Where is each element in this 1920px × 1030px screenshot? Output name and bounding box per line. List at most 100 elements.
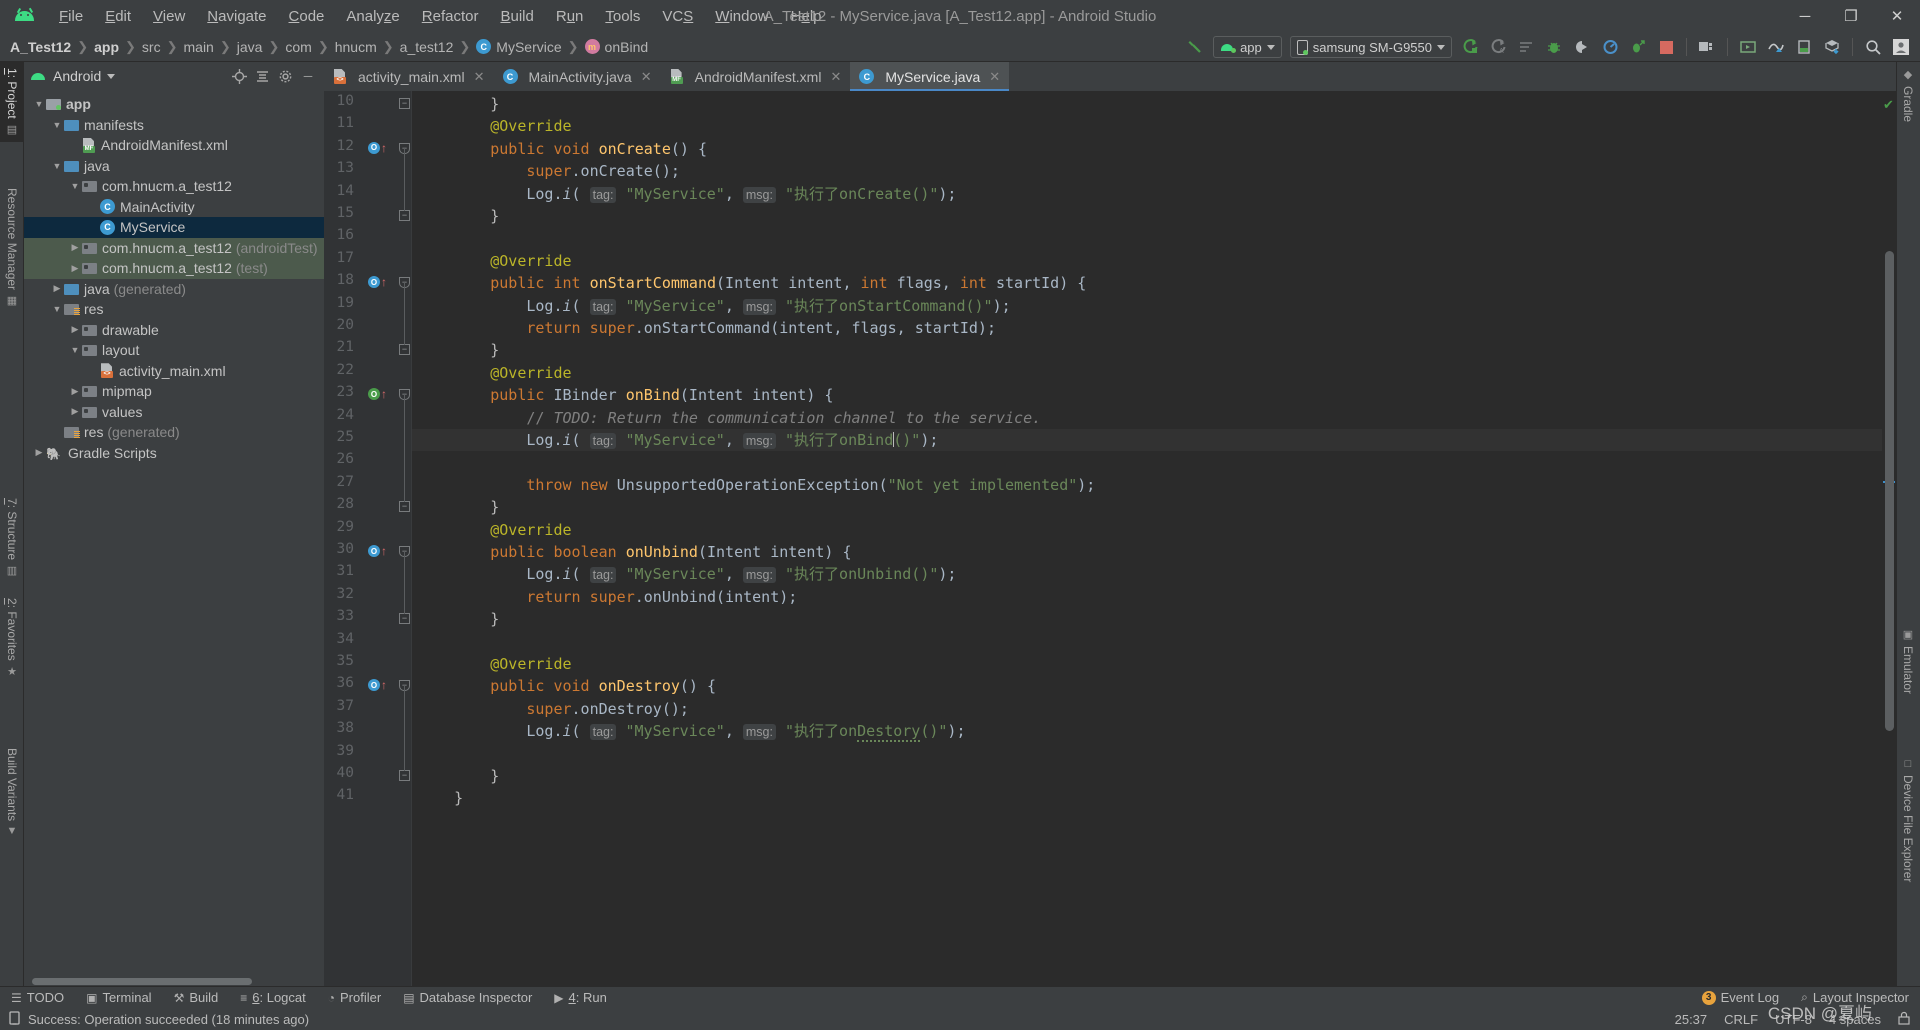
run-configuration-selector[interactable]: app bbox=[1213, 36, 1282, 58]
line-number[interactable]: 17 bbox=[326, 250, 354, 266]
code-line[interactable]: @Override bbox=[418, 653, 571, 675]
tree-node[interactable]: ▶ drawable bbox=[24, 320, 324, 341]
menu-build[interactable]: Build bbox=[489, 4, 544, 29]
code-line[interactable]: @Override bbox=[418, 362, 571, 384]
menu-code[interactable]: Code bbox=[278, 4, 336, 29]
line-number[interactable]: 35 bbox=[326, 653, 354, 669]
fold-end-icon[interactable]: − bbox=[399, 210, 410, 221]
tree-node[interactable]: ▶ 🐘 Gradle Scripts bbox=[24, 443, 324, 464]
code-line[interactable]: Log.i( tag: "MyService", msg: "执行了onStar… bbox=[418, 295, 1011, 317]
bottom-tab-build[interactable]: ⚒ Build bbox=[163, 990, 230, 1005]
code-line[interactable]: } bbox=[418, 787, 463, 809]
code-line[interactable]: public void onDestroy() { bbox=[418, 675, 716, 697]
debug-icon[interactable] bbox=[1541, 35, 1567, 59]
tree-node[interactable]: ▶ mipmap bbox=[24, 381, 324, 402]
breadcrumb-item-myservice[interactable]: C MyService bbox=[476, 39, 562, 55]
fold-end-icon[interactable]: − bbox=[399, 501, 410, 513]
code-line[interactable]: } bbox=[418, 496, 499, 518]
editor-tab-bar[interactable]: <> activity_main.xml ✕ C MainActivity.java ✕ M… bbox=[324, 62, 1896, 91]
line-number[interactable]: 38 bbox=[326, 720, 354, 736]
fold-end-icon[interactable]: − bbox=[399, 98, 410, 109]
chevron-down-icon[interactable]: ▼ bbox=[68, 181, 82, 191]
menu-run[interactable]: Run bbox=[545, 4, 595, 29]
project-view-selector[interactable]: Android bbox=[30, 68, 116, 84]
profiler-icon[interactable] bbox=[1597, 35, 1623, 59]
account-icon[interactable] bbox=[1888, 35, 1914, 59]
bottom-layoutinspector-button[interactable]: ⌕ Layout Inspector bbox=[1790, 990, 1920, 1005]
code-line[interactable]: } bbox=[418, 765, 499, 787]
line-number[interactable]: 16 bbox=[326, 227, 354, 243]
editor-tab-mainactivityjava[interactable]: C MainActivity.java ✕ bbox=[494, 62, 661, 91]
breadcrumb-item-onbind[interactable]: m onBind bbox=[584, 39, 648, 55]
settings-gear-icon[interactable] bbox=[275, 66, 295, 86]
menu-analyze[interactable]: Analyze bbox=[335, 4, 410, 29]
left-tab-buildvariants[interactable]: Build Variants ▼ bbox=[0, 742, 24, 843]
right-tab-devicefileexplorer[interactable]: □ Device File Explorer bbox=[1896, 752, 1920, 888]
line-number[interactable]: 30 bbox=[326, 541, 354, 557]
override-method-gutter-icon[interactable]: O ↑ bbox=[368, 545, 394, 557]
line-number[interactable]: 29 bbox=[326, 519, 354, 535]
chevron-right-icon[interactable]: ▶ bbox=[68, 386, 82, 397]
line-number[interactable]: 26 bbox=[326, 451, 354, 467]
close-tab-icon[interactable]: ✕ bbox=[989, 69, 1000, 85]
right-tab-gradle[interactable]: ◆ Gradle bbox=[1896, 62, 1920, 128]
editor-gutter[interactable]: 10 11 12 O ↑ 13 14 15 16 17 18 O ↑ 19 20 21 22 23 O ↑ 24 25 26… bbox=[324, 91, 398, 986]
chevron-down-icon[interactable]: ▼ bbox=[50, 161, 64, 171]
tree-node[interactable]: ▶ com.hnucm.a_test12 (test) bbox=[24, 258, 324, 279]
vertical-scrollbar-thumb[interactable] bbox=[1885, 251, 1894, 731]
hide-panel-icon[interactable]: ─ bbox=[298, 66, 318, 86]
line-number[interactable]: 41 bbox=[326, 787, 354, 803]
run-icon[interactable] bbox=[1457, 35, 1483, 59]
breadcrumb[interactable]: A_Test12 ❯ app ❯ src ❯ main ❯ java ❯ com ❯ hnucm ❯ a_t… bbox=[10, 39, 648, 55]
tree-node[interactable]: ▼ res bbox=[24, 299, 324, 320]
device-manager-icon[interactable] bbox=[1791, 35, 1817, 59]
chevron-right-icon[interactable]: ▶ bbox=[68, 242, 82, 253]
indent-setting[interactable]: 4 spaces bbox=[1829, 1012, 1881, 1027]
breadcrumb-item-a_test12[interactable]: A_Test12 bbox=[10, 39, 71, 55]
minimize-button[interactable]: ─ bbox=[1782, 0, 1828, 32]
line-number[interactable]: 40 bbox=[326, 765, 354, 781]
tree-node[interactable]: <> activity_main.xml bbox=[24, 361, 324, 382]
project-tree-horizontal-scrollbar[interactable] bbox=[24, 977, 324, 986]
chevron-down-icon[interactable]: ▼ bbox=[32, 99, 46, 109]
close-tab-icon[interactable]: ✕ bbox=[830, 69, 841, 85]
bottom-tab-terminal[interactable]: ▣ Terminal bbox=[75, 990, 162, 1005]
tree-node[interactable]: ▶ values bbox=[24, 402, 324, 423]
code-line[interactable]: // TODO: Return the communication channe… bbox=[418, 407, 1041, 429]
bottom-tab-6logcat[interactable]: ≡ 6: Logcat bbox=[229, 990, 317, 1005]
scrollbar-thumb[interactable] bbox=[32, 978, 252, 985]
collapse-all-icon[interactable] bbox=[252, 66, 272, 86]
code-line[interactable]: } bbox=[418, 205, 499, 227]
tree-node[interactable]: ▼ java bbox=[24, 156, 324, 177]
gradle-sync-icon[interactable] bbox=[1819, 35, 1845, 59]
code-line[interactable]: public int onStartCommand(Intent intent,… bbox=[418, 272, 1086, 294]
code-line[interactable]: Log.i( tag: "MyService", msg: "执行了onDest… bbox=[418, 720, 965, 743]
line-number[interactable]: 23 bbox=[326, 384, 354, 400]
menu-help[interactable]: Help bbox=[780, 4, 833, 29]
maximize-button[interactable]: ❐ bbox=[1828, 0, 1874, 32]
tree-node[interactable]: ▶ java (generated) bbox=[24, 279, 324, 300]
menu-tools[interactable]: Tools bbox=[594, 4, 651, 29]
left-tab-1project[interactable]: 1: Project ▤ bbox=[0, 62, 24, 142]
sdk-manager-icon[interactable] bbox=[1763, 35, 1789, 59]
line-number[interactable]: 37 bbox=[326, 698, 354, 714]
bottom-tab-4run[interactable]: ▶ 4: Run bbox=[543, 990, 618, 1005]
code-line[interactable]: public IBinder onBind(Intent intent) { bbox=[418, 384, 833, 406]
line-number[interactable]: 14 bbox=[326, 183, 354, 199]
breadcrumb-item-hnucm[interactable]: hnucm bbox=[335, 39, 377, 55]
override-marker-icon[interactable]: O bbox=[368, 679, 380, 692]
fold-end-icon[interactable]: − bbox=[399, 344, 410, 356]
stop-icon[interactable] bbox=[1653, 35, 1679, 59]
editor-tab-activitymainxml[interactable]: <> activity_main.xml ✕ bbox=[324, 62, 494, 91]
editor-scrollbar[interactable]: ✔ bbox=[1882, 91, 1896, 986]
tree-node[interactable]: res (generated) bbox=[24, 422, 324, 443]
left-tab-resourcemanager[interactable]: Resource Manager ▦ bbox=[0, 182, 24, 313]
search-icon[interactable] bbox=[1860, 35, 1886, 59]
attach-debugger-icon[interactable] bbox=[1569, 35, 1595, 59]
file-encoding[interactable]: UTF-8 bbox=[1775, 1012, 1812, 1027]
line-number[interactable]: 21 bbox=[326, 339, 354, 355]
line-number[interactable]: 34 bbox=[326, 631, 354, 647]
override-method-gutter-icon[interactable]: O ↑ bbox=[368, 388, 394, 401]
tree-node[interactable]: C MyService bbox=[24, 217, 324, 238]
code-line[interactable]: } bbox=[418, 93, 499, 115]
